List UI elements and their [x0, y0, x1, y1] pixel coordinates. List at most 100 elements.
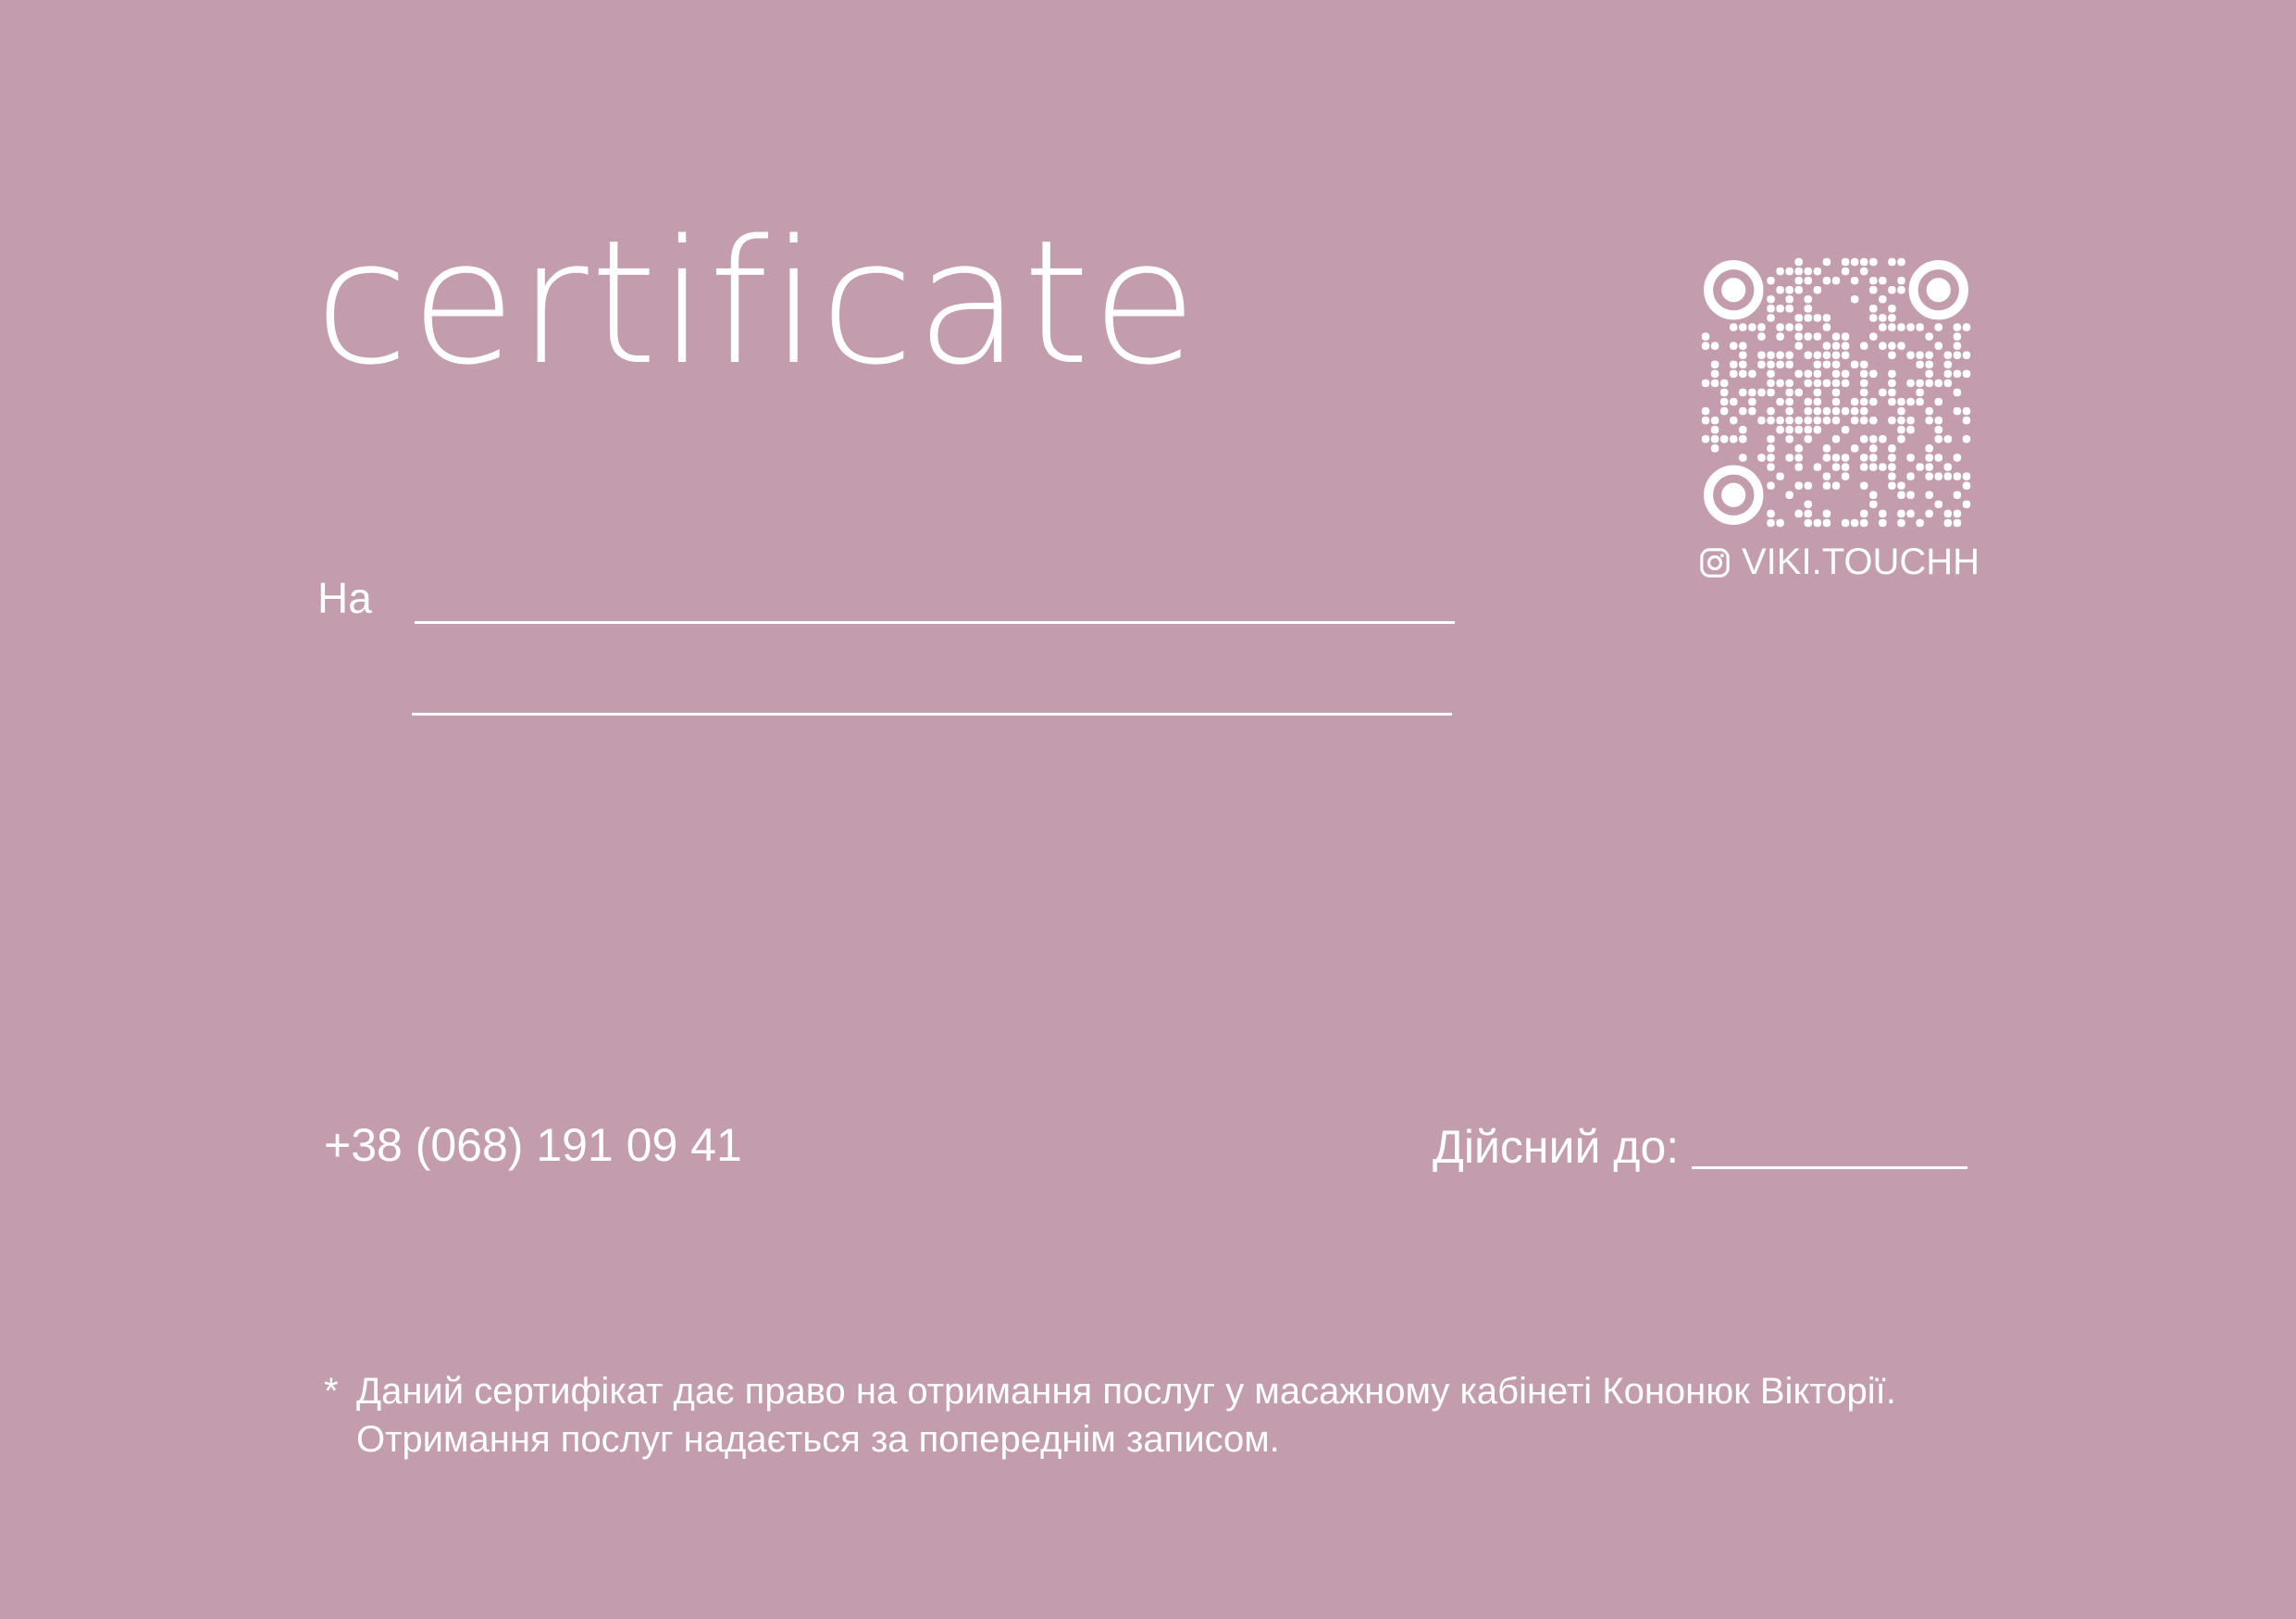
- qr-module: [1794, 369, 1803, 379]
- qr-module: [1841, 472, 1850, 480]
- qr-module: [1767, 444, 1775, 453]
- qr-module: [1879, 323, 1887, 331]
- qr-module: [1813, 463, 1822, 471]
- qr-module: [1739, 323, 1747, 331]
- qr-module: [1785, 286, 1793, 294]
- qr-module: [1813, 369, 1822, 379]
- qr-module: [1822, 481, 1831, 490]
- qr-module: [1879, 509, 1887, 518]
- qr-module: [1869, 463, 1878, 471]
- qr-module: [1785, 406, 1793, 416]
- valid-until-line: [1692, 1166, 1967, 1169]
- qr-module: [1813, 286, 1822, 294]
- qr-module: [1822, 351, 1831, 359]
- qr-module: [1869, 454, 1878, 462]
- phone-number: +38 (068) 191 09 41: [324, 1119, 742, 1171]
- qr-module: [1794, 257, 1803, 267]
- qr-module: [1916, 351, 1924, 359]
- qr-module: [1730, 397, 1738, 406]
- qr-module: [1869, 276, 1878, 285]
- qr-module: [1804, 332, 1813, 341]
- qr-module: [1925, 491, 1933, 499]
- qr-module: [1748, 323, 1756, 331]
- qr-module: [1813, 351, 1822, 359]
- qr-module: [1748, 369, 1756, 379]
- qr-module: [1701, 332, 1710, 341]
- qr-module: [1859, 509, 1868, 518]
- qr-module: [1943, 518, 1953, 528]
- qr-module: [1962, 500, 1971, 509]
- qr-module: [1710, 360, 1719, 369]
- qr-module: [1906, 491, 1915, 499]
- qr-module: [1804, 500, 1813, 509]
- qr-module: [1757, 323, 1766, 331]
- qr-module: [1859, 518, 1868, 528]
- qr-module: [1953, 472, 1962, 480]
- qr-module: [1719, 397, 1729, 406]
- qr-module: [1962, 416, 1971, 425]
- qr-module: [1841, 463, 1850, 471]
- instagram-icon: [1700, 547, 1730, 578]
- qr-module: [1916, 397, 1924, 406]
- qr-module: [1879, 295, 1887, 304]
- qr-module: [1822, 379, 1831, 388]
- qr-module: [1831, 388, 1841, 397]
- qr-module: [1767, 369, 1775, 379]
- qr-module: [1719, 388, 1729, 397]
- qr-module: [1785, 323, 1793, 331]
- qr-module: [1804, 379, 1813, 388]
- qr-module: [1953, 509, 1962, 518]
- qr-module: [1859, 406, 1868, 416]
- qr-module: [1906, 323, 1915, 331]
- qr-module: [1934, 435, 1942, 443]
- qr-module: [1897, 509, 1905, 518]
- qr-module: [1859, 342, 1868, 350]
- qr-module: [1850, 518, 1859, 528]
- qr-module: [1906, 397, 1915, 406]
- recipient-line-second: [412, 713, 1452, 716]
- qr-module: [1888, 305, 1896, 313]
- qr-module: [1730, 323, 1738, 331]
- qr-module: [1831, 416, 1841, 425]
- instagram-handle[interactable]: VIKI.TOUCHH: [1699, 542, 1980, 583]
- qr-module: [1869, 444, 1878, 453]
- qr-module: [1701, 379, 1710, 388]
- qr-module: [1739, 426, 1747, 434]
- qr-module: [1841, 379, 1850, 388]
- qr-module: [1859, 481, 1868, 490]
- qr-module: [1831, 351, 1841, 359]
- qr-module: [1785, 351, 1793, 359]
- qr-module: [1813, 518, 1822, 528]
- qr-module: [1934, 426, 1942, 434]
- qr-module: [1841, 351, 1850, 359]
- qr-module: [1850, 257, 1859, 267]
- qr-module: [1925, 332, 1933, 341]
- qr-module: [1897, 426, 1905, 434]
- qr-module: [1739, 454, 1747, 462]
- qr-module: [1888, 454, 1896, 462]
- qr-module: [1888, 379, 1896, 388]
- qr-module: [1869, 397, 1878, 406]
- qr-module: [1850, 276, 1859, 285]
- qr-module: [1925, 472, 1933, 480]
- qr-module: [1841, 454, 1850, 462]
- qr-module: [1794, 416, 1803, 425]
- qr-module: [1804, 509, 1813, 518]
- qr-module: [1879, 435, 1887, 443]
- qr-module: [1869, 491, 1878, 499]
- qr-module: [1888, 388, 1896, 397]
- qr-module: [1767, 463, 1775, 471]
- qr-module: [1730, 342, 1738, 350]
- qr-module: [1813, 267, 1822, 276]
- qr-module: [1794, 388, 1803, 397]
- recipient-line: [415, 621, 1455, 624]
- qr-module: [1813, 332, 1822, 341]
- instagram-handle-text: VIKI.TOUCHH: [1742, 542, 1980, 582]
- qr-module: [1897, 435, 1905, 443]
- qr-module: [1739, 351, 1747, 359]
- qr-module: [1859, 463, 1868, 471]
- qr-module: [1785, 267, 1793, 276]
- qr-module: [1859, 267, 1868, 276]
- qr-module: [1804, 406, 1813, 416]
- qr-module: [1934, 342, 1942, 350]
